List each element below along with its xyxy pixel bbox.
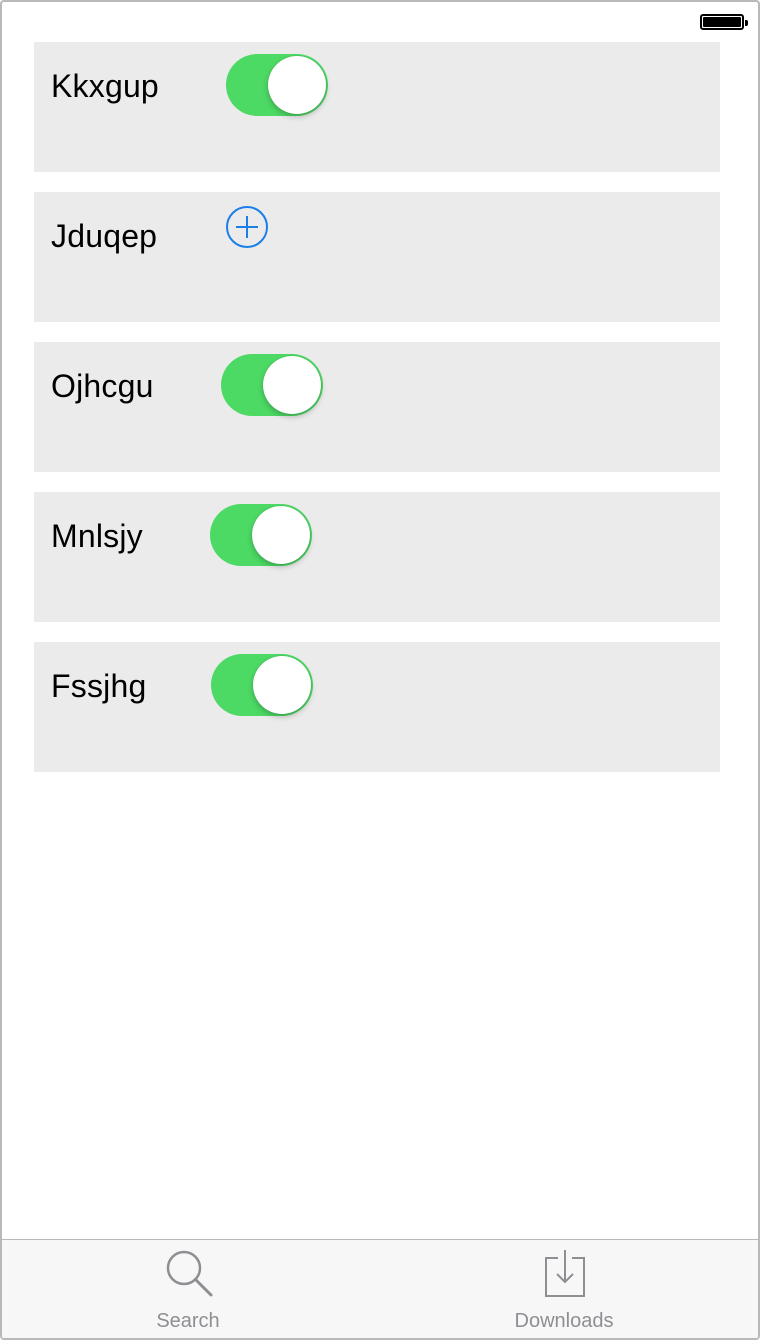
magnifier-icon	[166, 1250, 213, 1297]
list-item-mnlsjy: Mnlsjy	[34, 492, 720, 622]
list-item-fssjhg: Fssjhg	[34, 642, 720, 772]
tab-search[interactable]: Search	[88, 1240, 288, 1338]
tab-downloads[interactable]: Downloads	[464, 1240, 664, 1338]
list-item-jduqep: Jduqep	[34, 192, 720, 322]
add-button[interactable]	[226, 206, 268, 248]
row-label: Jduqep	[51, 218, 158, 254]
toggle-knob	[268, 56, 326, 114]
row-label: Ojhcgu	[51, 368, 154, 404]
battery-full-icon	[700, 14, 748, 30]
list-item-ojhcgu: Ojhcgu	[34, 342, 720, 472]
status-bar	[2, 2, 758, 42]
phone-screen: Kkxgup Jduqep Ojhcgu Mnlsjy Fssjhg Searc…	[0, 0, 760, 1340]
fssjhg-toggle[interactable]	[211, 654, 313, 716]
row-label: Fssjhg	[51, 668, 147, 704]
ojhcgu-toggle[interactable]	[221, 354, 323, 416]
row-label: Kkxgup	[51, 68, 159, 104]
tab-label: Downloads	[514, 1310, 614, 1332]
battery-tip	[745, 20, 748, 26]
settings-list: Kkxgup Jduqep Ojhcgu Mnlsjy Fssjhg	[34, 42, 720, 792]
tab-label: Search	[156, 1310, 220, 1332]
mnlsjy-toggle[interactable]	[210, 504, 312, 566]
tab-bar: Search Downloads	[2, 1239, 758, 1338]
plus-circle-icon	[226, 206, 268, 248]
list-item-kkxgup: Kkxgup	[34, 42, 720, 172]
toggle-knob	[263, 356, 321, 414]
toggle-knob	[252, 506, 310, 564]
download-tray-icon	[545, 1250, 585, 1297]
row-label: Mnlsjy	[51, 518, 143, 554]
battery-level	[703, 17, 741, 27]
kkxgup-toggle[interactable]	[226, 54, 328, 116]
toggle-knob	[253, 656, 311, 714]
